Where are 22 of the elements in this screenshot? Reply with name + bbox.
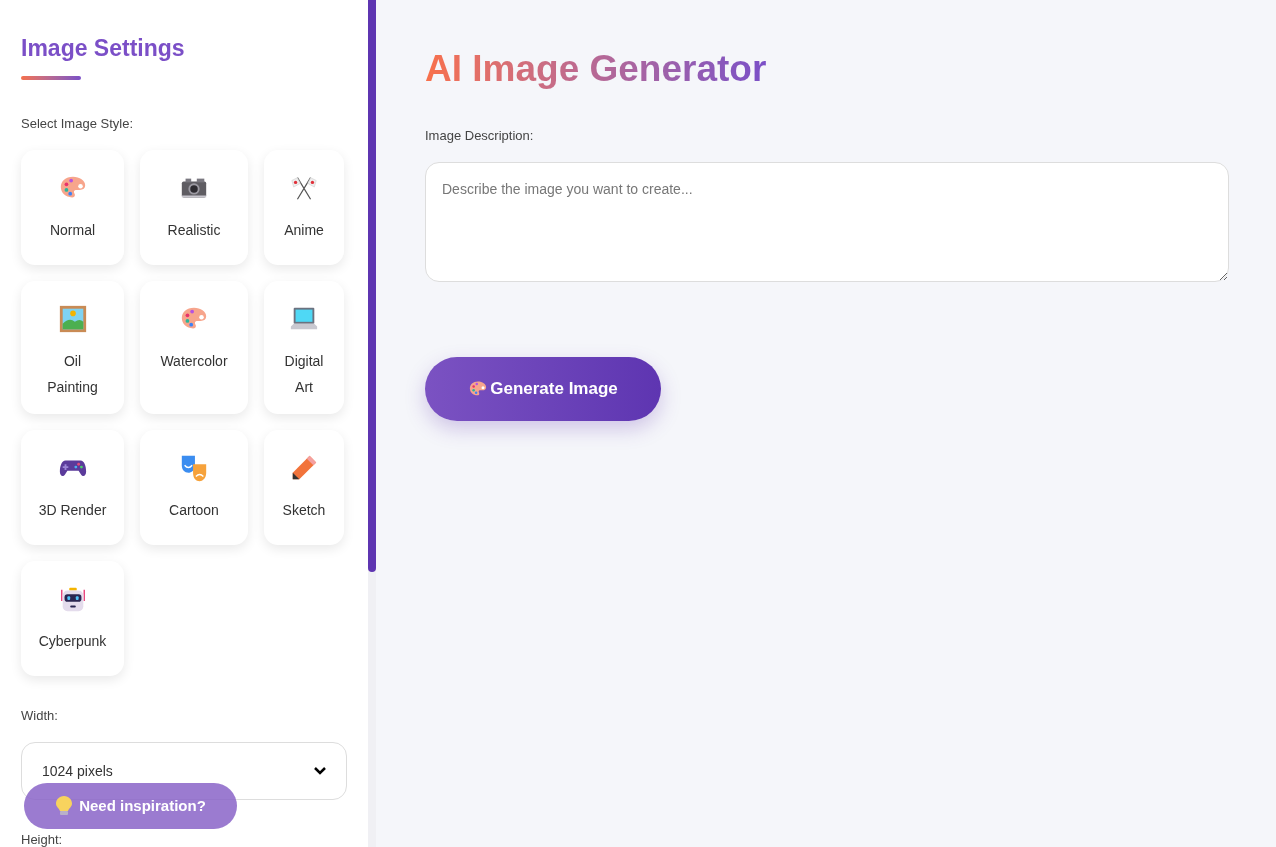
framed-picture-icon — [57, 303, 88, 334]
width-label: Width: — [21, 706, 59, 725]
style-label: Select Image Style: — [21, 115, 134, 133]
description-field[interactable]: Describe the image you want to create... — [425, 161, 1229, 282]
style-card[interactable]: Oil Painting — [21, 280, 124, 414]
style-card[interactable]: Sketch — [264, 429, 344, 545]
style-card[interactable]: 3D Render — [21, 429, 124, 545]
sidebar-title: Image Settings — [21, 34, 186, 62]
generate-button[interactable]: Generate Image — [425, 356, 661, 421]
chevron-down-icon — [314, 767, 326, 775]
style-card[interactable]: Cyberpunk — [21, 560, 124, 676]
height-label: Height: — [21, 831, 64, 847]
style-card[interactable]: Digital Art — [264, 280, 344, 414]
style-card[interactable]: Realistic — [140, 149, 248, 265]
light-bulb-icon — [55, 795, 74, 817]
description-label: Image Description: — [425, 127, 535, 145]
title-underline — [21, 76, 81, 80]
style-card[interactable]: Watercolor — [140, 280, 248, 414]
style-card[interactable]: Normal — [21, 149, 124, 265]
style-card[interactable]: Anime — [264, 149, 344, 265]
style-card[interactable]: Cartoon — [140, 429, 248, 545]
scrollbar[interactable] — [368, 0, 376, 572]
